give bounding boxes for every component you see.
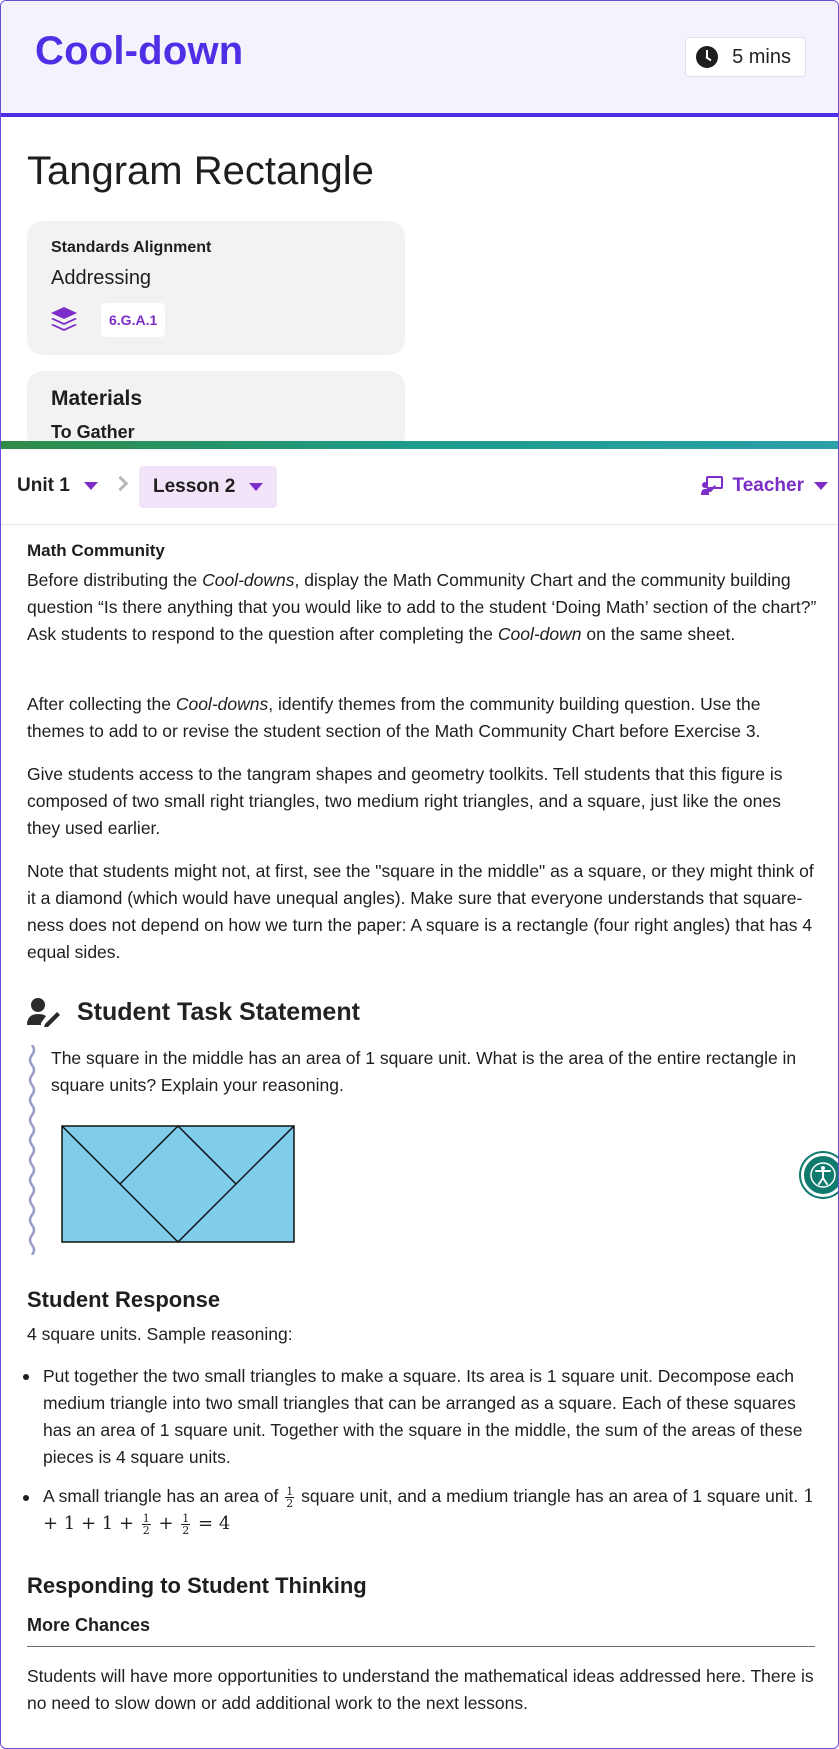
page-title: Tangram Rectangle [27,149,374,193]
lesson-label: Lesson 2 [153,476,236,497]
math-community-label: Math Community [27,541,165,560]
materials-subheading: To Gather [51,422,135,442]
lesson-dropdown[interactable]: Lesson 2 [139,466,278,508]
fraction-one-half: 12 [285,1484,295,1510]
chevron-down-icon [814,482,828,490]
paragraph-square-note: Note that students might not, at first, … [27,861,814,962]
unit-label: Unit 1 [17,475,70,496]
task-heading: Student Task Statement [77,997,360,1026]
bullet-dot [23,1495,29,1501]
student-writing-icon [27,998,60,1027]
standards-type: Addressing [51,267,152,289]
response-item-1: Put together the two small triangles to … [43,1366,803,1467]
unit-dropdown[interactable]: Unit 1 [17,475,98,497]
role-label: Teacher [732,475,804,496]
divider [27,1646,815,1647]
cooldown-header: Cool-down 5 mins [1,1,838,117]
materials-card: Materials To Gather [27,371,405,451]
lesson-nav-bar: Unit 1 Lesson 2 Teacher [1,449,838,525]
task-statement: The square in the middle has an area of … [27,1045,817,1255]
response-intro: 4 square units. Sample reasoning: [27,1324,293,1344]
paragraph-toolkits: Give students access to the tangram shap… [27,764,783,838]
role-dropdown[interactable]: Teacher [700,475,828,497]
layers-icon [51,307,77,331]
standards-heading: Standards Alignment [51,239,212,256]
chevron-right-icon [112,475,129,492]
wavy-border [28,1045,36,1255]
task-text: The square in the middle has an area of … [51,1048,797,1095]
chevron-down-icon [83,482,98,490]
more-chances-text: Students will have more opportunities to… [27,1666,814,1713]
response-heading: Student Response [27,1287,221,1312]
paragraph-math-community: Before distributing the Cool-downs, disp… [27,570,817,644]
nav-accent-stripe [1,441,838,449]
standards-card: Standards Alignment Addressing 6.G.A.1 [27,221,405,355]
teacher-icon [700,476,723,495]
standard-code-chip[interactable]: 6.G.A.1 [101,303,166,337]
materials-heading: Materials [51,387,143,410]
page-frame: Cool-down 5 mins Tangram Rectangle Stand… [0,0,839,1749]
paragraph-collect: After collecting the Cool-downs, identif… [27,694,761,741]
clock-icon [696,46,719,68]
thinking-heading: Responding to Student Thinking [27,1573,367,1598]
bullet-dot [23,1374,29,1380]
more-chances-heading: More Chances [27,1615,151,1635]
accessibility-button[interactable] [801,1153,838,1197]
accessibility-icon [810,1162,836,1188]
response-item-2: A small triangle has an area of 12 squar… [43,1484,815,1537]
chevron-down-icon [249,483,264,491]
section-title: Cool-down [35,29,244,73]
task-header: Student Task Statement [27,997,360,1027]
duration-text: 5 mins [732,45,791,68]
tangram-rectangle-figure [61,1125,295,1243]
duration-chip: 5 mins [685,37,806,77]
